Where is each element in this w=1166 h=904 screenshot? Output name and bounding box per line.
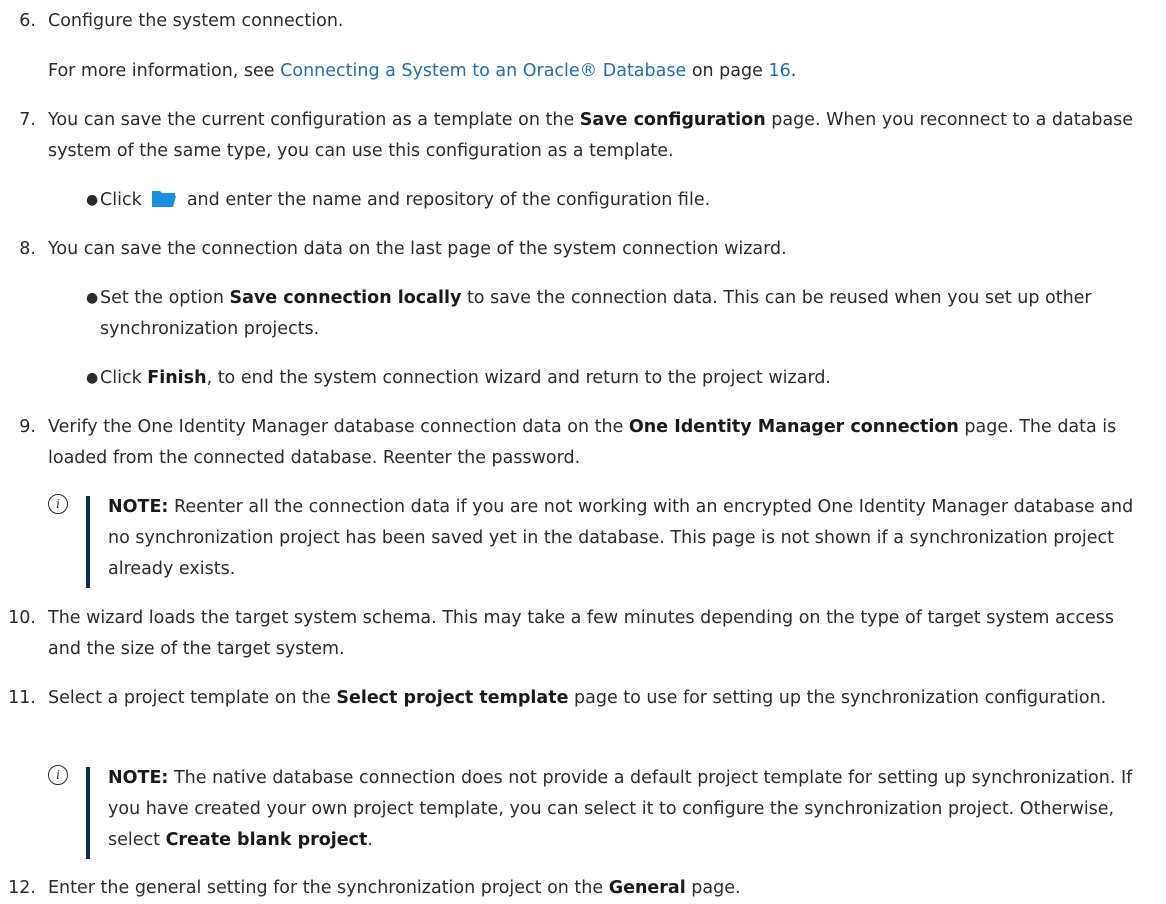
step-text: Select a project template on the Select … <box>48 688 1107 708</box>
step-8-bullet-2: ● Click Finish, to end the system connec… <box>86 363 1146 394</box>
step-number: 8. <box>19 239 36 259</box>
step-number: 7. <box>19 110 36 130</box>
step-number: 9. <box>19 417 36 437</box>
step-number: 6. <box>19 11 36 31</box>
document-page: 6. Configure the system connection. For … <box>0 0 1166 899</box>
page-link[interactable]: 16 <box>768 61 790 81</box>
step-number: 12. <box>8 878 36 898</box>
step-7-bullet: ● Click and enter the name and repositor… <box>86 185 1146 219</box>
note-bar <box>86 496 90 588</box>
more-info-paragraph: For more information, see Connecting a S… <box>48 61 797 81</box>
step-text: The wizard loads the target system schem… <box>48 608 1115 659</box>
note-11: i NOTE: The native database connection d… <box>48 763 1146 863</box>
bullet-dot: ● <box>86 370 99 386</box>
step-text: Configure the system connection. <box>48 11 344 31</box>
note-bar <box>86 767 90 859</box>
folder-open-icon <box>151 188 177 219</box>
step-number: 11. <box>8 688 36 708</box>
bullet-dot: ● <box>86 192 99 208</box>
step-8-bullet-1: ● Set the option Save connection locally… <box>86 283 1146 345</box>
note-9: i NOTE: Reenter all the connection data … <box>48 492 1146 592</box>
step-text: You can save the connection data on the … <box>48 239 787 259</box>
oracle-connection-link[interactable]: Connecting a System to an Oracle® Databa… <box>280 61 686 81</box>
step-text: Verify the One Identity Manager database… <box>48 417 1117 468</box>
info-icon: i <box>48 494 68 514</box>
step-number: 10. <box>8 608 36 628</box>
info-icon: i <box>48 765 68 785</box>
bullet-dot: ● <box>86 290 99 306</box>
step-text: You can save the current configuration a… <box>48 110 1134 161</box>
step-text: Enter the general setting for the synchr… <box>48 878 741 898</box>
